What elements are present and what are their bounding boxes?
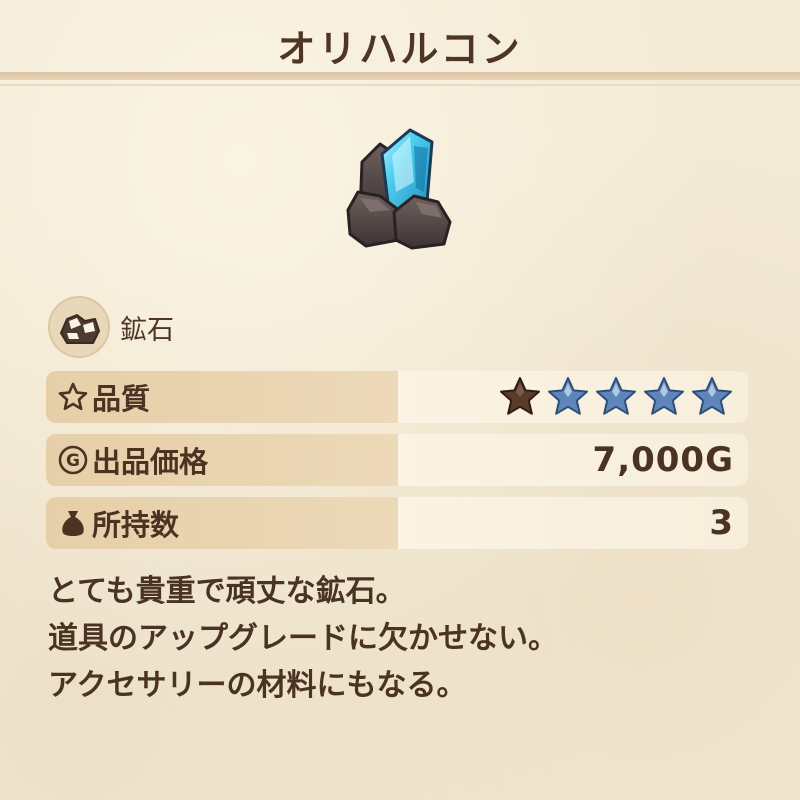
star-empty-icon [548,377,588,415]
category-label: 鉱石 [120,314,174,346]
owned-value: 3 [709,503,734,543]
star-empty-icon [644,377,684,415]
quality-row: 品質 [46,371,748,423]
star-empty-icon [596,377,636,415]
quality-label: 品質 [92,382,151,416]
gold-coin-icon: G [56,443,90,477]
description-line: 道具のアップグレードに欠かせない。 [48,621,558,656]
item-category: 鉱石 [48,296,174,358]
quality-stars [498,375,734,419]
title-divider-thin [0,84,800,86]
title-divider [0,72,800,80]
item-title: オリハルコン [277,27,523,71]
category-badge [48,296,110,358]
description-line: アクセサリーの材料にもなる。 [48,668,467,703]
star-filled-icon [500,377,540,415]
quality-value-cell [398,371,748,423]
crystal-ore-icon [346,128,452,250]
price-label: 出品価格 [92,445,209,479]
item-detail-card: オリハルコン 鉱石 品質 G 出品価格 7,000G 所持数 3 とても貴重で頑… [0,0,800,800]
price-label-cell: G 出品価格 [46,434,398,486]
price-value-cell: 7,000G [398,434,748,486]
price-value: 7,000G [592,440,734,480]
money-bag-icon [56,506,90,540]
owned-row: 所持数 3 [46,497,748,549]
owned-value-cell: 3 [398,497,748,549]
quality-label-cell: 品質 [46,371,398,423]
owned-label: 所持数 [92,508,180,542]
svg-text:G: G [66,451,80,471]
star-empty-icon [692,377,732,415]
star-outline-icon [56,380,90,414]
price-row: G 出品価格 7,000G [46,434,748,486]
owned-label-cell: 所持数 [46,497,398,549]
item-description: とても貴重で頑丈な鉱石。 道具のアップグレードに欠かせない。 アクセサリーの材料… [48,568,768,709]
ore-rock-icon [60,314,100,344]
description-line: とても貴重で頑丈な鉱石。 [48,574,406,609]
